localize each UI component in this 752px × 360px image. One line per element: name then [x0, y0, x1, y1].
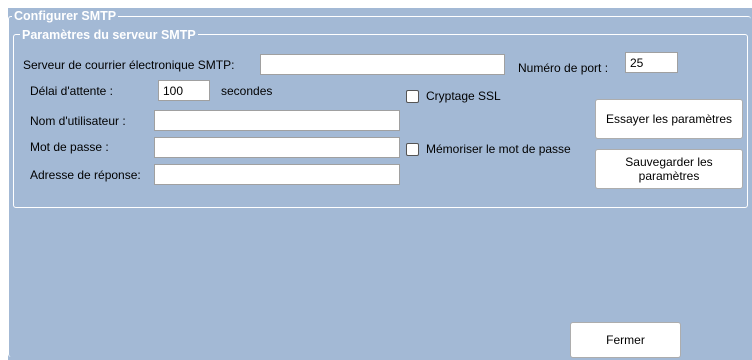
reply-address-label: Adresse de réponse:: [30, 168, 141, 182]
port-label: Numéro de port :: [518, 61, 609, 75]
smtp-server-label: Serveur de courrier électronique SMTP:: [23, 58, 235, 72]
username-label: Nom d'utilisateur :: [30, 114, 126, 128]
password-label: Mot de passe :: [30, 140, 109, 154]
remember-password-checkbox[interactable]: Mémoriser le mot de passe: [406, 142, 571, 156]
smtp-config-window: Configurer SMTP Paramètres du serveur SM…: [8, 8, 752, 360]
test-settings-label: Essayer les paramètres: [605, 112, 733, 126]
ssl-label: Cryptage SSL: [426, 89, 501, 103]
username-input[interactable]: [154, 110, 400, 131]
save-settings-button[interactable]: Sauvegarder les paramètres: [595, 149, 743, 189]
reply-address-input[interactable]: [154, 164, 400, 185]
password-input[interactable]: [154, 137, 400, 158]
save-settings-label-line2: paramètres: [638, 169, 700, 183]
close-label: Fermer: [606, 333, 645, 347]
test-settings-button[interactable]: Essayer les paramètres: [595, 99, 743, 139]
timeout-input[interactable]: [158, 80, 210, 101]
ssl-checkbox[interactable]: Cryptage SSL: [406, 89, 501, 103]
timeout-unit-label: secondes: [221, 84, 273, 98]
save-settings-label-line1: Sauvegarder les: [625, 155, 713, 169]
timeout-label: Délai d'attente :: [30, 84, 114, 98]
configure-smtp-title: Configurer SMTP: [12, 9, 119, 23]
remember-password-checkbox-box[interactable]: [406, 142, 419, 156]
close-button[interactable]: Fermer: [570, 322, 681, 358]
ssl-checkbox-box[interactable]: [406, 89, 419, 103]
server-settings-title: Paramètres du serveur SMTP: [20, 28, 198, 42]
smtp-server-input[interactable]: [260, 54, 505, 75]
port-input[interactable]: [625, 52, 678, 73]
remember-password-label: Mémoriser le mot de passe: [426, 142, 571, 156]
